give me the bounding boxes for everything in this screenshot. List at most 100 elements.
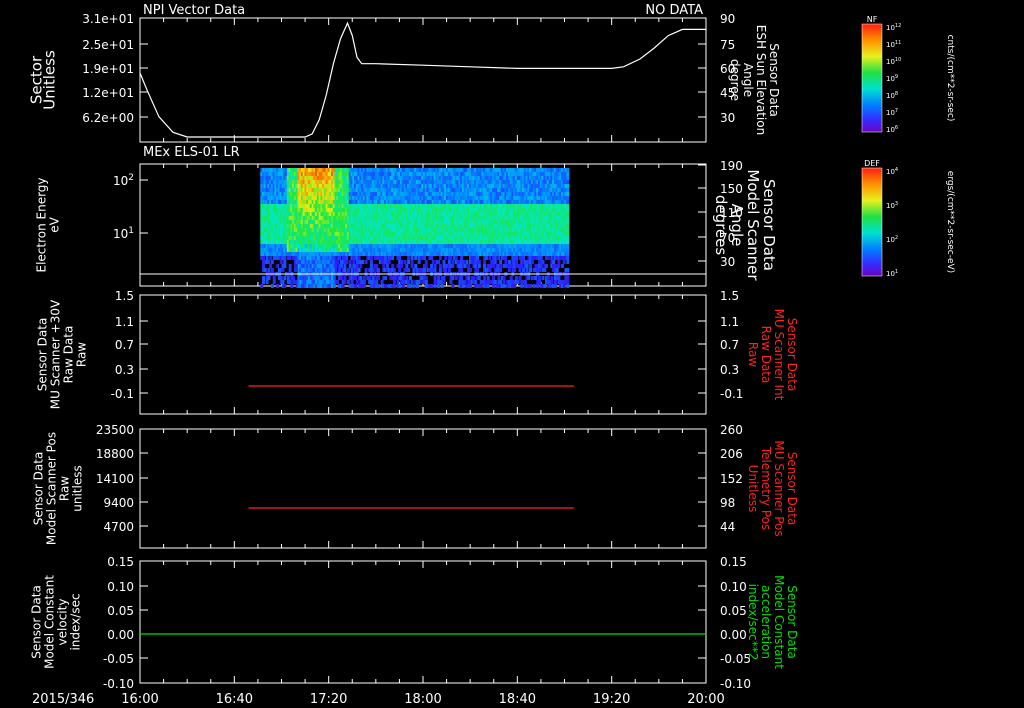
heat-cell [515,256,518,260]
heat-cell [513,268,517,272]
panel-frame [139,428,707,549]
heat-cell [288,256,292,260]
heat-cell [502,276,506,280]
right-tick-label: 0.7 [720,338,739,352]
right-axis-title-line: acceleration [759,585,773,659]
heat-cell [541,276,545,280]
panel-p5: 0.150.100.050.00-0.05-0.100.150.100.050.… [30,555,800,691]
heat-cell [392,280,396,284]
panel-frame [139,294,707,415]
heat-cell [536,284,540,288]
heat-cell [476,268,480,272]
heat-cell [553,284,557,288]
heat-cell [345,260,349,264]
right-axis-title: Sensor DataModel Constantaccelerationind… [746,575,799,669]
heat-cell [474,264,478,268]
heat-cell [504,256,508,260]
heat-cell [288,280,292,284]
right-axis-title-line: degrees [712,195,730,256]
heat-cell [362,284,366,288]
heat-cell [520,264,524,268]
right-axis-title-line: Angle [741,63,755,97]
heat-cell [343,276,347,280]
y-tick-label: -0.05 [103,652,134,666]
heat-cell [504,260,508,264]
y-tick-label: 18800 [96,447,134,461]
heat-cell [272,280,276,284]
heat-cell [527,276,531,280]
heat-cell [270,284,274,288]
y-tick-label: 0.00 [107,628,134,642]
y-tick-label: 14100 [96,472,134,486]
left-axis-title: Sensor DataModel Scanner PosRawunitless [32,432,85,545]
heat-cell [369,264,373,268]
left-axis-title-line: velocity [56,599,70,646]
heat-cell [513,284,517,288]
heat-cell [348,260,352,264]
date-label: 2015/346 [32,692,94,707]
heat-cell [357,256,361,260]
heat-cell [543,284,547,288]
heat-cell [488,256,492,260]
heat-cell [410,264,414,268]
panel-title: MEx ELS-01 LR [143,145,240,160]
left-axis-title-line: index/sec [69,593,83,650]
heat-cell [538,276,541,280]
heat-cell [352,260,356,264]
heat-cell [417,260,421,264]
right-axis-title-line: MU Scanner Pos [772,440,786,536]
heat-cell [557,276,561,280]
heat-cell [354,276,357,280]
heat-cell [359,264,363,268]
heat-cell [532,284,536,288]
heat-cell [437,284,441,288]
y-tick-label: 0.05 [107,604,134,618]
heat-cell [553,280,557,284]
heat-cell [423,256,426,260]
right-tick-label: 44 [720,520,735,534]
heat-cell [442,260,446,264]
heat-cell [339,264,343,268]
heat-cell [385,264,389,268]
right-axis-title-line: Sensor Data [785,318,799,392]
heat-cell [387,260,391,264]
heat-cell [483,260,487,264]
heat-cell [460,276,464,280]
heat-cell [262,280,265,284]
heat-cell [345,256,349,260]
heat-cell [265,280,269,284]
heat-cell [293,264,297,268]
heat-cell [465,260,469,264]
heat-cell [437,276,441,280]
right-axis-title: Sensor DataMU Scanner IntRaw DataRaw [746,309,799,401]
heat-cell [377,276,380,280]
heat-cell [541,260,545,264]
heat-cell [454,256,458,260]
left-axis-title: SectorUnitless [28,50,59,110]
heat-cell [507,268,511,272]
heat-cell [483,264,487,268]
heat-cell [451,276,455,280]
heat-cell [415,284,419,288]
heat-cell [270,268,274,272]
y-tick-label: 0.3 [115,363,134,377]
heat-cell [346,280,350,284]
heat-cell [410,260,414,264]
heat-cell [430,256,434,260]
y-tick-label: 102 [113,173,134,188]
heat-cell [447,260,451,264]
heat-cell [476,256,480,260]
heat-cell [449,256,453,260]
heat-cell [401,284,405,288]
heat-cell [483,276,487,280]
heat-cell [440,284,444,288]
heat-cell [430,284,434,288]
heat-cell [477,276,481,280]
heat-cell [430,264,434,268]
heat-cell [377,268,380,272]
heat-cell [338,256,342,260]
heat-cell [414,264,418,268]
left-axis-title-line: Electron Energy [35,177,49,272]
heat-cell [407,268,411,272]
right-axis-title-line: ESH Sun Elevation [754,25,768,135]
